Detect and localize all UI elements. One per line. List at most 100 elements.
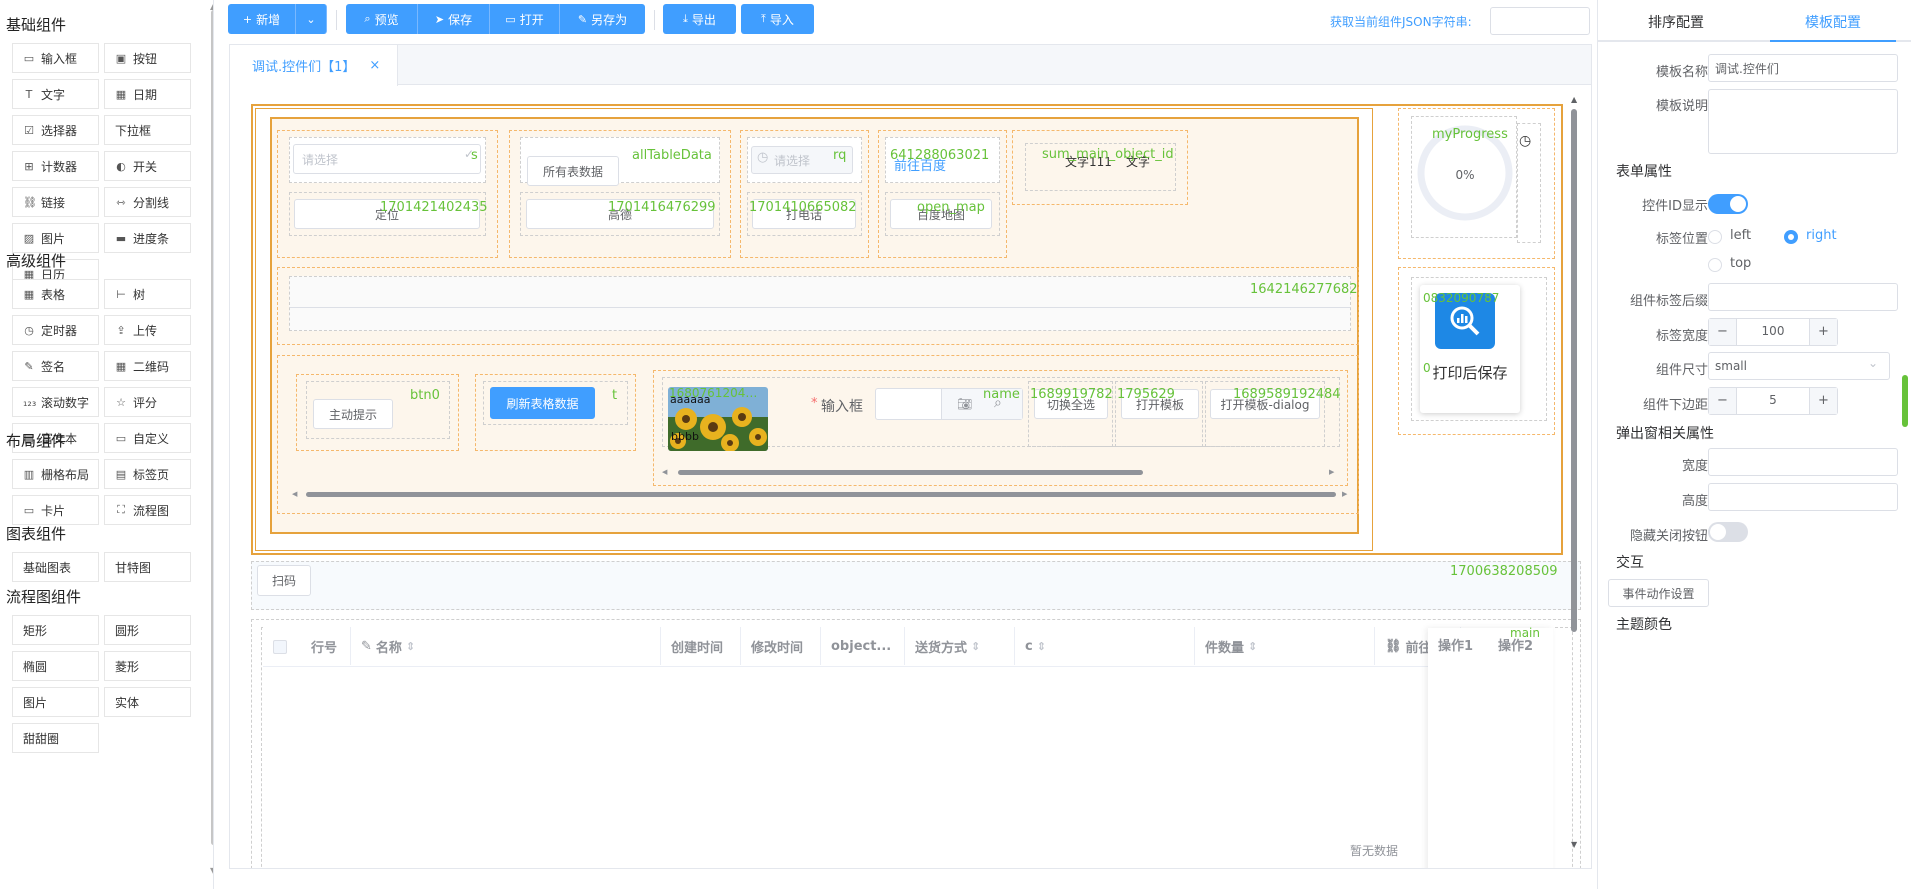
palette-item[interactable]: ▨ 图片 (12, 223, 99, 253)
show-id-switch[interactable] (1708, 194, 1748, 214)
row-scrollbar[interactable]: ◀ ▶ (292, 490, 1350, 499)
label-width-value[interactable]: 100 (1737, 324, 1809, 338)
table-header-cell[interactable]: 送货方式 ⇕ (905, 627, 1015, 665)
hide-close-switch[interactable] (1708, 522, 1748, 542)
radio-left-label[interactable]: left (1730, 228, 1751, 243)
table-header-cell[interactable]: c ⇕ (1015, 627, 1195, 665)
palette-item[interactable]: ▭ 自定义 (104, 423, 191, 453)
palette-item[interactable]: ⊞ 计数器 (12, 151, 99, 181)
palette-item[interactable]: 基础图表 (12, 552, 99, 582)
palette-item[interactable]: ▭ 卡片 (12, 495, 99, 525)
palette-item[interactable]: ▦ 日期 (104, 79, 191, 109)
label-suffix-input[interactable] (1708, 283, 1898, 311)
new-button[interactable]: + 新增 (228, 4, 296, 34)
plus-icon[interactable]: + (1809, 319, 1837, 345)
palette-item[interactable]: ⇿ 分割线 (104, 187, 191, 217)
margin-value[interactable]: 5 (1737, 393, 1809, 407)
canvas-scrollbar[interactable] (1571, 109, 1577, 632)
json-string-link[interactable]: 获取当前组件JSON字符串: (1330, 13, 1472, 30)
all-table-data-button[interactable]: 所有表数据 (527, 156, 619, 186)
palette-item[interactable]: ▦ 表格 (12, 279, 99, 309)
plus-icon[interactable]: + (1809, 388, 1837, 414)
table-header-cell[interactable]: 创建时间 (661, 627, 741, 665)
height-input[interactable] (1708, 483, 1898, 511)
palette-item[interactable]: 菱形 (104, 651, 191, 681)
palette-item[interactable]: ◐ 开关 (104, 151, 191, 181)
scroll-right-icon[interactable]: ▶ (1342, 490, 1347, 498)
save-button[interactable]: ➤ 保存 (418, 4, 490, 34)
palette-item[interactable]: 下拉框 (104, 115, 191, 145)
palette-item[interactable]: ₁₂₃ 滚动数字 (12, 387, 99, 417)
tpl-desc-textarea[interactable] (1708, 89, 1898, 154)
tab-template-config[interactable]: 模板配置 (1754, 12, 1911, 32)
palette-item[interactable]: ✎ 签名 (12, 351, 99, 381)
palette-item[interactable]: ▦ 二维码 (104, 351, 191, 381)
palette-item[interactable]: ▤ 标签页 (104, 459, 191, 489)
palette-item[interactable]: T 文字 (12, 79, 99, 109)
palette-item[interactable]: ◷ 定时器 (12, 315, 99, 345)
tab-debug-controls[interactable]: 调试.控件们【1】 × (230, 45, 398, 86)
table-header-cell[interactable]: ✎ 名称 ⇕ (351, 627, 661, 665)
panel-scrollbar[interactable] (1902, 375, 1908, 427)
radio-top-label[interactable]: top (1730, 256, 1751, 271)
scroll-down-icon[interactable]: ▼ (1571, 840, 1577, 849)
chevron-down-icon[interactable]: ⌄ (1868, 356, 1878, 370)
table-header-cell[interactable]: 件数量 ⇕ (1195, 627, 1375, 665)
refresh-table-button[interactable]: 刷新表格数据 (490, 387, 595, 419)
palette-scrollbar[interactable] (211, 10, 213, 845)
scroll-right-icon[interactable]: ▶ (1329, 468, 1334, 476)
palette-item[interactable]: 甘特图 (104, 552, 191, 582)
active-tip-button[interactable]: 主动提示 (313, 399, 393, 429)
palette-item[interactable]: ⛶ 流程图 (104, 495, 191, 525)
palette-item[interactable]: 椭圆 (12, 651, 99, 681)
scroll-up-icon[interactable]: ▲ (210, 2, 213, 11)
scroll-left-icon[interactable]: ◀ (662, 468, 667, 476)
scroll-up-icon[interactable]: ▲ (1571, 95, 1577, 104)
json-string-input[interactable] (1490, 7, 1590, 35)
palette-item[interactable]: 矩形 (12, 615, 99, 645)
radio-right[interactable] (1784, 230, 1798, 244)
minus-icon[interactable]: − (1709, 319, 1737, 345)
palette-item[interactable]: ⛓ 链接 (12, 187, 99, 217)
tpl-name-input[interactable]: 调试.控件们 (1708, 54, 1898, 82)
select-input[interactable]: 请选择 (293, 144, 481, 174)
scroll-left-icon[interactable]: ◀ (292, 490, 297, 498)
table-header-cell[interactable]: 修改时间 (741, 627, 821, 665)
scroll-down-icon[interactable]: ▼ (210, 866, 213, 875)
radio-left[interactable] (1708, 230, 1722, 244)
palette-item[interactable]: 实体 (104, 687, 191, 717)
sort-icon[interactable]: ⇕ (406, 640, 415, 653)
palette-item[interactable]: 甜甜圈 (12, 723, 99, 753)
preview-button[interactable]: ⌕ 预览 (346, 4, 418, 34)
table-header-cell[interactable]: object... (821, 627, 905, 665)
sort-icon[interactable]: ⇕ (1037, 640, 1046, 653)
comp-size-select[interactable]: small (1708, 352, 1890, 380)
minus-icon[interactable]: − (1709, 388, 1737, 414)
new-dropdown-button[interactable]: ⌄ (296, 4, 327, 34)
width-input[interactable] (1708, 448, 1898, 476)
save-as-button[interactable]: ✎ 另存为 (560, 4, 645, 34)
scroll-thumb[interactable] (306, 492, 1336, 497)
radio-top[interactable] (1708, 258, 1722, 272)
palette-item[interactable]: ⊢ 树 (104, 279, 191, 309)
palette-item[interactable]: ☑ 选择器 (12, 115, 99, 145)
tab-sort-config[interactable]: 排序配置 (1598, 12, 1754, 32)
export-button[interactable]: ⤓ 导出 (663, 4, 736, 34)
sort-icon[interactable]: ⇕ (1248, 640, 1257, 653)
scan-row[interactable] (251, 561, 1581, 610)
select-all-checkbox[interactable] (273, 640, 287, 654)
radio-right-label[interactable]: right (1806, 228, 1837, 243)
inner-scrollbar[interactable]: ◀ ▶ (662, 468, 1337, 477)
palette-item[interactable]: ▭ 输入框 (12, 43, 99, 73)
palette-item[interactable]: ▥ 栅格布局 (12, 459, 99, 489)
palette-item[interactable]: ▬ 进度条 (104, 223, 191, 253)
divider-widget[interactable] (289, 276, 1351, 331)
close-icon[interactable]: × (369, 58, 380, 73)
palette-item[interactable]: 图片 (12, 687, 99, 717)
margin-stepper[interactable]: − 5 + (1708, 387, 1838, 415)
open-button[interactable]: ▭ 打开 (490, 4, 560, 34)
event-action-button[interactable]: 事件动作设置 (1608, 579, 1709, 607)
camera-icon[interactable]: 📷︎ (957, 397, 972, 411)
import-button[interactable]: ⤒ 导入 (741, 4, 814, 34)
table-header-cell[interactable]: 行号 (301, 627, 351, 665)
